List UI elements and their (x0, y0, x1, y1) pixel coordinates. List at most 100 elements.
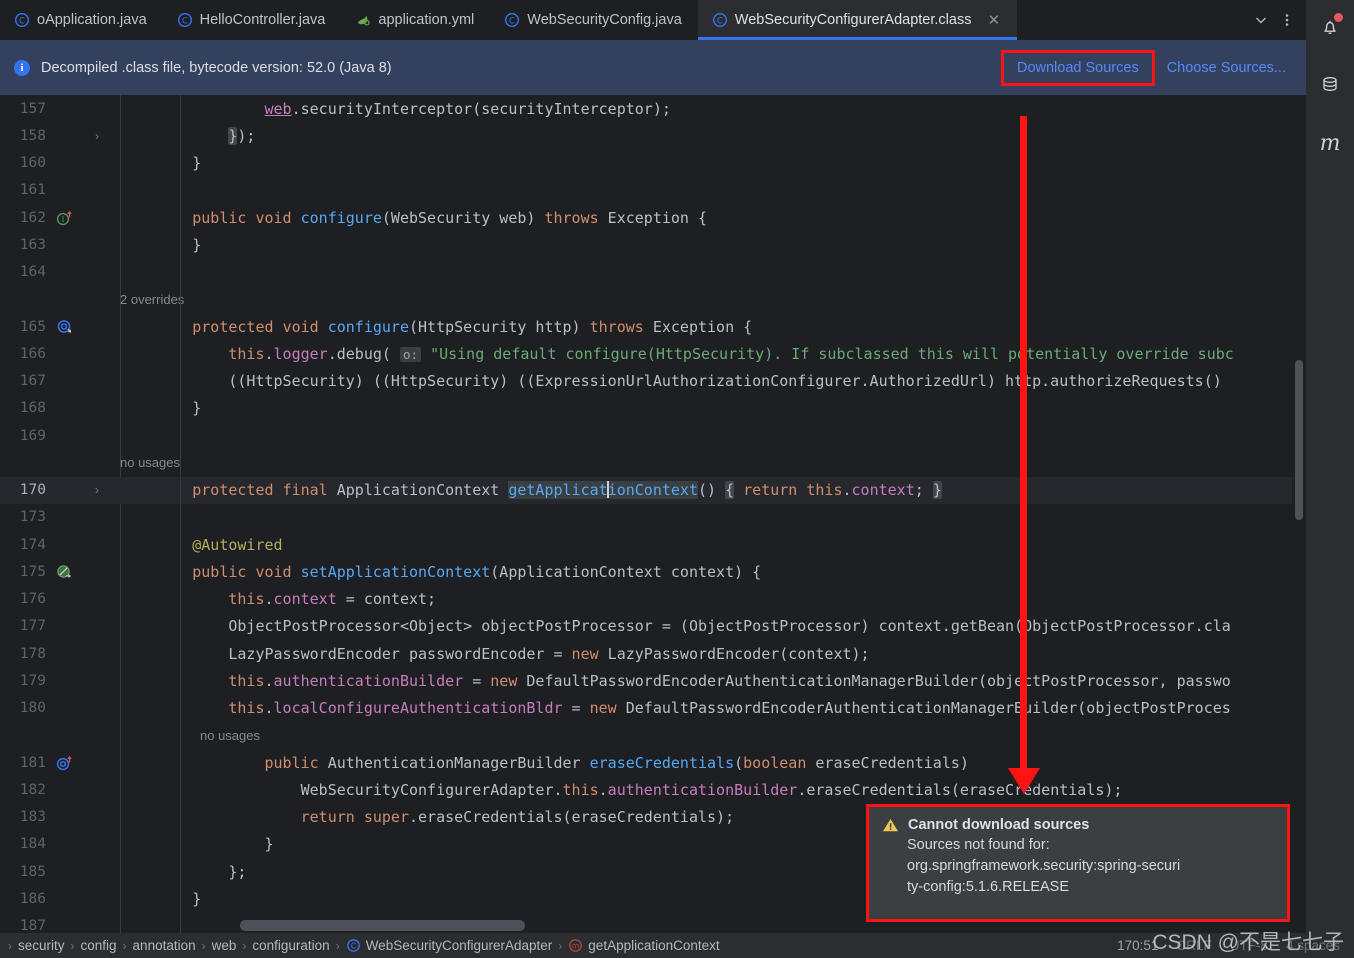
code-text: }); (228, 126, 256, 145)
code-text: public void setApplicationContext(Applic… (192, 562, 762, 581)
choose-sources-button[interactable]: Choose Sources... (1153, 52, 1300, 84)
code-line[interactable]: 166 this.logger.debug( o: "Using default… (0, 340, 1306, 367)
code-line[interactable]: 178 LazyPasswordEncoder passwordEncoder … (0, 640, 1306, 667)
parameter-hint: o: (399, 346, 422, 362)
scrollbar-thumb[interactable] (1295, 360, 1303, 520)
tooltip-line-1: Sources not found for: (907, 837, 1050, 853)
code-text: @Autowired (192, 535, 283, 554)
code-line[interactable]: 162 I public void configure(WebSecurity … (0, 204, 1306, 231)
line-number: 181 (19, 754, 46, 771)
code-line[interactable]: 161 (0, 177, 1306, 204)
gutter-slot[interactable] (46, 749, 108, 776)
code-line[interactable]: 168 } (0, 395, 1306, 422)
code-line[interactable]: 177 ObjectPostProcessor<Object> objectPo… (0, 613, 1306, 640)
overrides-inlay-hint[interactable]: 2 overrides (108, 292, 184, 307)
breadcrumb-item-annotation[interactable]: annotation (127, 938, 202, 953)
code-line[interactable]: 179 this.authenticationBuilder = new Def… (0, 667, 1306, 694)
annotation-arrow-shaft (1020, 116, 1027, 776)
warning-triangle-icon (882, 817, 899, 833)
code-line-current[interactable]: 170 › protected final ApplicationContext… (0, 476, 1306, 504)
gutter-slot (46, 667, 108, 694)
code-line[interactable]: 173 (0, 504, 1306, 531)
gutter-slot[interactable]: I (46, 204, 108, 231)
editor-tab-web-security-config[interactable]: C WebSecurityConfig.java (490, 0, 697, 40)
code-line[interactable]: 174 @Autowired (0, 531, 1306, 558)
code-text: } (120, 399, 202, 418)
gutter-slot (46, 95, 108, 122)
breadcrumb-item-configuration[interactable]: configuration (246, 938, 335, 953)
tooltip-line-3: ty-config:5.1.6.RELEASE (907, 879, 1069, 896)
code-line[interactable]: 167 ((HttpSecurity) ((HttpSecurity) ((Ex… (0, 368, 1306, 395)
code-text: web.securityInterceptor(securityIntercep… (264, 99, 671, 118)
gutter-slot (46, 913, 108, 934)
more-options-icon[interactable] (1276, 9, 1298, 31)
code-line[interactable]: 163 } (0, 231, 1306, 258)
scrollbar-thumb[interactable] (240, 920, 525, 931)
breadcrumb-item-security[interactable]: security (12, 938, 71, 953)
gutter-slot (46, 640, 108, 667)
breadcrumb-item-web[interactable]: web (206, 938, 243, 953)
code-line[interactable]: 182 WebSecurityConfigurerAdapter.this.au… (0, 776, 1306, 803)
breadcrumb: › security › config › annotation › web ›… (0, 938, 726, 953)
breadcrumb-item-class[interactable]: C WebSecurityConfigurerAdapter (340, 938, 559, 953)
chevron-down-icon[interactable] (1250, 9, 1272, 31)
indent-setting[interactable]: 4 spaces (1286, 938, 1340, 953)
svg-text:C: C (509, 16, 515, 26)
inlay-hint-row[interactable]: no usages (0, 722, 1306, 749)
code-line[interactable]: 164 (0, 259, 1306, 286)
annotation-arrow-head (1008, 768, 1040, 794)
code-line[interactable]: 180 this.localConfigureAuthenticationBld… (0, 695, 1306, 722)
editor-tab-hello-controller[interactable]: C HelloController.java (163, 0, 342, 40)
editor-tab-web-security-configurer-adapter[interactable]: C WebSecurityConfigurerAdapter.class ✕ (697, 0, 1018, 40)
gutter-slot (46, 885, 108, 912)
code-line[interactable]: 169 (0, 422, 1306, 449)
breadcrumb-item-method[interactable]: m getApplicationContext (562, 938, 725, 953)
line-separator[interactable]: CRLF (1176, 938, 1211, 953)
editor-tab-bar: C oApplication.java C HelloController.ja… (0, 0, 1306, 40)
inlay-hint-row[interactable]: no usages (0, 449, 1306, 476)
line-number: 164 (19, 264, 46, 281)
editor-tab-demo-application[interactable]: C oApplication.java (0, 0, 163, 40)
line-number: 177 (19, 618, 46, 635)
editor-tab-application-yml[interactable]: application.yml (341, 0, 490, 40)
usages-inlay-hint[interactable]: no usages (108, 455, 180, 470)
usages-inlay-hint[interactable]: no usages (108, 728, 260, 743)
line-number: 167 (19, 373, 46, 390)
gutter-slot[interactable] (46, 558, 108, 585)
line-number: 169 (19, 427, 46, 444)
code-text: this.logger.debug( o: "Using default con… (228, 344, 1234, 363)
file-encoding[interactable]: UTF-8 (1230, 938, 1268, 953)
fold-arrow-icon[interactable]: › (95, 129, 108, 143)
line-number: 183 (19, 809, 46, 826)
line-number: 157 (19, 100, 46, 117)
code-line[interactable]: 175 public void setApplicationContext(Ap… (0, 558, 1306, 585)
gutter-slot[interactable] (46, 313, 108, 340)
maven-icon[interactable]: m (1313, 126, 1347, 160)
gutter-slot (46, 340, 108, 367)
close-icon[interactable]: ✕ (986, 13, 1001, 28)
gutter-slot: › (46, 477, 108, 504)
breadcrumb-item-config[interactable]: config (75, 938, 123, 953)
code-line[interactable]: 160 } (0, 150, 1306, 177)
download-sources-button[interactable]: Download Sources (1000, 49, 1155, 86)
svg-text:I: I (62, 215, 65, 224)
java-class-icon: C (346, 938, 361, 953)
notifications-bell-icon[interactable] (1313, 10, 1347, 44)
editor-vertical-scrollbar[interactable] (1292, 95, 1306, 933)
caret-position[interactable]: 170:51 (1117, 938, 1158, 953)
fold-arrow-icon[interactable]: › (95, 483, 108, 497)
code-line[interactable]: 165 protected void configure(HttpSecurit… (0, 313, 1306, 340)
code-line[interactable]: 157 web.securityInterceptor(securityInte… (0, 95, 1306, 122)
ide-window: C oApplication.java C HelloController.ja… (0, 0, 1354, 958)
inlay-hint-row[interactable]: 2 overrides (0, 286, 1306, 313)
code-text: WebSecurityConfigurerAdapter.this.authen… (120, 780, 1123, 799)
code-line[interactable]: 158 › }); (0, 122, 1306, 149)
line-number: 187 (19, 918, 46, 933)
database-icon[interactable] (1313, 68, 1347, 102)
code-line[interactable]: 176 this.context = context; (0, 586, 1306, 613)
code-text: ObjectPostProcessor<Object> objectPostPr… (120, 617, 1231, 636)
line-number: 176 (19, 591, 46, 608)
code-line[interactable]: 181 public AuthenticationManagerBuilder … (0, 749, 1306, 776)
line-number: 179 (19, 672, 46, 689)
